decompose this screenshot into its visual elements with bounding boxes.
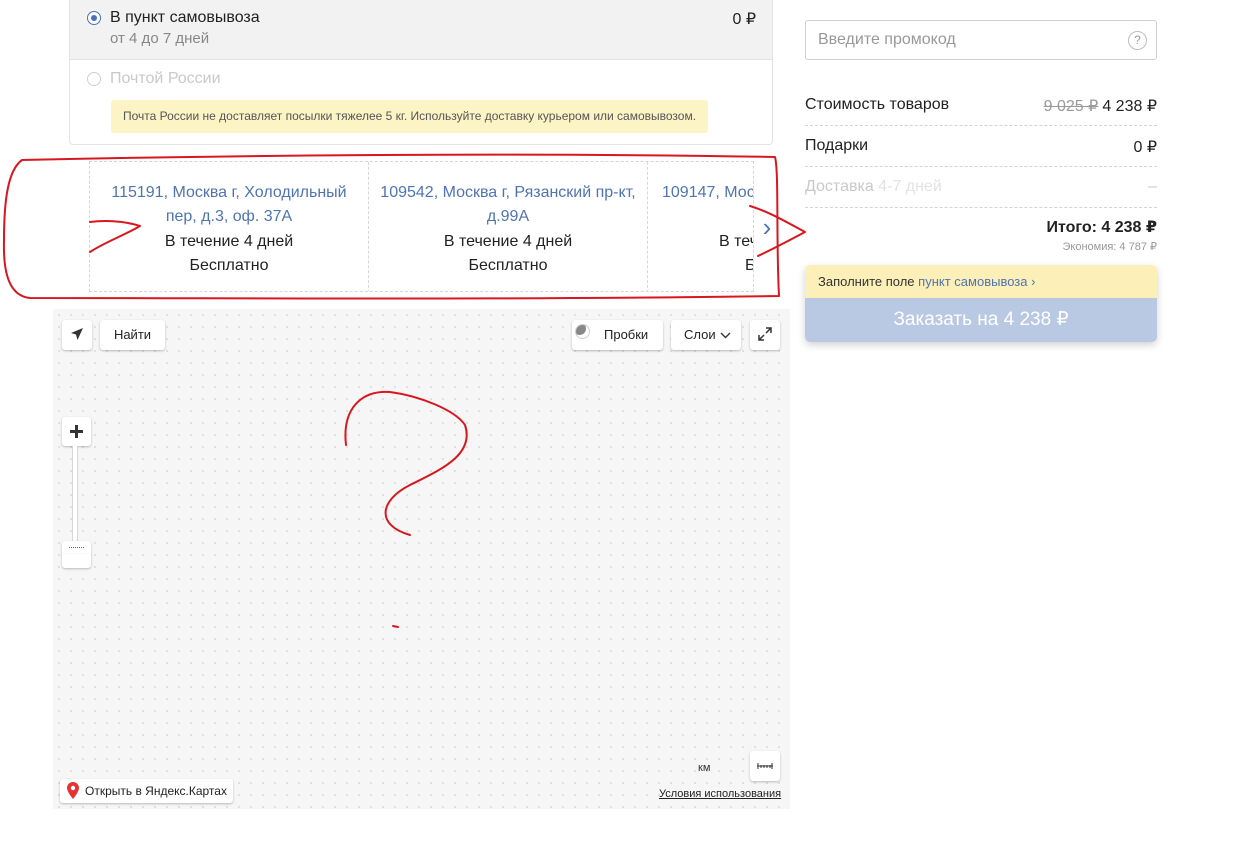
zoom-out-button[interactable] (62, 554, 91, 568)
pickup-radio[interactable] (87, 11, 101, 25)
map-pin-icon (67, 782, 79, 799)
promo-code-input[interactable] (806, 21, 1116, 59)
pickup-price: 0 ₽ (732, 11, 756, 28)
post-weight-notice: Почта России не доставляет посылки тяжел… (111, 100, 708, 133)
layers-button[interactable]: Слои (671, 320, 741, 350)
pickup-point-term: В течение 4 дней (164, 233, 294, 250)
promo-code-field: ? (805, 20, 1157, 60)
pickup-point-address[interactable]: 115191, Москва г, Холодильный пер, д.3, … (96, 181, 362, 229)
chevron-right-icon: › (762, 212, 772, 242)
zoom-slider-track[interactable] (72, 446, 78, 546)
grip-icon (69, 547, 84, 549)
goods-price: 4 238 ₽ (1102, 98, 1157, 115)
geolocation-button[interactable] (62, 320, 92, 350)
zoom-in-button[interactable] (62, 417, 91, 446)
plus-icon (70, 425, 83, 438)
gifts-row: Подарки 0 ₽ (805, 126, 1157, 167)
goods-cost-row: Стоимость товаров 9 025 ₽4 238 ₽ (805, 85, 1157, 126)
delivery-term: 4-7 дней (878, 178, 942, 195)
fill-field-hint: Заполните поле пункт самовывоза › (805, 265, 1157, 298)
pickup-point-address[interactable]: 109542, Москва г, Рязанский пр-кт, д.99А (375, 181, 641, 229)
pickup-point-term: В течение 4 дней (719, 233, 753, 250)
goods-cost-label: Стоимость товаров (805, 96, 950, 113)
traffic-light-icon (575, 324, 590, 339)
gifts-value: 0 ₽ (1133, 139, 1157, 156)
map-scale-label: км (698, 762, 711, 774)
post-radio[interactable] (87, 72, 101, 86)
open-in-yandex-maps-label: Открыть в Яндекс.Картах (85, 784, 227, 798)
pickup-points-carousel: 115191, Москва г, Холодильный пер, д.3, … (89, 161, 754, 292)
post-title: Почтой России (110, 70, 221, 87)
pickup-point-cost: Бесплатно (189, 257, 269, 274)
order-total: Итого: 4 238 ₽ (1046, 219, 1157, 236)
pickup-map[interactable]: Найти Пробки Слои Открыть в Яндекс.Карта… (53, 309, 790, 809)
chevron-down-icon (720, 332, 731, 339)
question-icon[interactable]: ? (1128, 31, 1147, 50)
pickup-point-address[interactable]: 109147, Москва г (662, 181, 753, 205)
traffic-button[interactable]: Пробки (572, 320, 663, 350)
delivery-options: В пункт самовывоза от 4 до 7 дней 0 ₽ По… (69, 0, 773, 145)
fill-field-hint-text: Заполните поле (818, 274, 915, 289)
pickup-title: В пункт самовывоза (110, 9, 260, 26)
layers-label: Слои (684, 327, 716, 342)
ruler-icon (757, 763, 773, 769)
pickup-term: от 4 до 7 дней (110, 30, 210, 47)
goods-cost-value: 9 025 ₽4 238 ₽ (1044, 96, 1157, 116)
location-arrow-icon (71, 328, 83, 340)
expand-icon (758, 327, 772, 341)
pickup-point-cost: Бесплатно (745, 257, 753, 275)
gifts-label: Подарки (805, 137, 869, 154)
pickup-point-card[interactable]: 109542, Москва г, Рязанский пр-кт, д.99А… (369, 162, 648, 291)
pickup-point-cost: Бесплатно (468, 257, 548, 274)
place-order-button[interactable]: Заказать на 4 238 ₽ (805, 298, 1157, 342)
ruler-button[interactable] (750, 751, 780, 781)
pickup-point-term: В течение 4 дней (443, 233, 573, 250)
pickup-point-card[interactable]: 109147, Москва г В течение 4 дней Беспла… (648, 162, 753, 291)
delivery-option-pickup[interactable]: В пункт самовывоза от 4 до 7 дней 0 ₽ (70, 0, 772, 60)
order-block: Заполните поле пункт самовывоза › Заказа… (805, 265, 1157, 342)
goods-old-price: 9 025 ₽ (1043, 98, 1099, 115)
fullscreen-button[interactable] (750, 320, 780, 350)
pickup-point-card[interactable]: 115191, Москва г, Холодильный пер, д.3, … (90, 162, 369, 291)
terms-of-use-link[interactable]: Условия использования (659, 788, 781, 800)
delivery-value: – (1148, 178, 1157, 195)
open-in-yandex-maps-link[interactable]: Открыть в Яндекс.Картах (60, 779, 233, 803)
order-economy: Экономия: 4 787 ₽ (1062, 241, 1157, 253)
pickup-point-field-link[interactable]: пункт самовывоза › (918, 274, 1035, 289)
carousel-next-button[interactable]: › (755, 210, 779, 244)
delivery-row: Доставка 4-7 дней – (805, 167, 1157, 208)
traffic-label: Пробки (604, 327, 649, 342)
map-search-button[interactable]: Найти (100, 320, 165, 350)
delivery-label: Доставка 4-7 дней (805, 178, 942, 195)
